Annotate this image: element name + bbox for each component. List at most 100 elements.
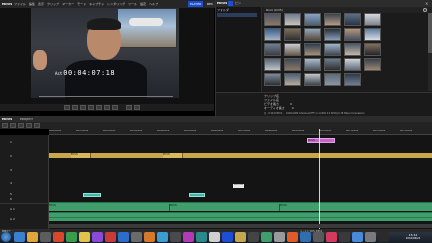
taskbar-app-icon[interactable] bbox=[274, 232, 285, 242]
bin-thumbnail[interactable] bbox=[304, 28, 321, 41]
taskbar-app-icon[interactable] bbox=[92, 232, 103, 242]
taskbar-app-icon[interactable] bbox=[378, 232, 389, 242]
bin-thumbnail[interactable] bbox=[284, 73, 301, 86]
overlay-clip[interactable] bbox=[83, 193, 101, 197]
timeline-tool-button[interactable] bbox=[2, 123, 8, 128]
timeline-scrollbar[interactable] bbox=[49, 224, 432, 228]
rec-badge[interactable]: REC bbox=[205, 1, 216, 7]
menu-item-view[interactable]: 表示 bbox=[38, 2, 44, 6]
bin-thumbnail[interactable] bbox=[304, 73, 321, 86]
rewind-button[interactable] bbox=[72, 105, 78, 110]
taskbar-app-icon[interactable] bbox=[66, 232, 77, 242]
folder-item-root[interactable] bbox=[217, 13, 257, 17]
bin-thumbnail[interactable] bbox=[304, 58, 321, 71]
taskbar-app-icon[interactable] bbox=[40, 232, 51, 242]
timeline-tool-button[interactable] bbox=[34, 123, 40, 128]
bin-scrollbar-thumb[interactable] bbox=[428, 13, 432, 53]
track-label[interactable]: A 1 bbox=[10, 207, 15, 211]
next-frame-button[interactable] bbox=[96, 105, 102, 110]
bin-scrollbar[interactable] bbox=[428, 13, 432, 91]
play-button[interactable] bbox=[88, 105, 94, 110]
menu-item-edit[interactable]: 編集 bbox=[29, 2, 35, 6]
fast-forward-button[interactable] bbox=[104, 105, 110, 110]
taskbar-app-icon[interactable] bbox=[300, 232, 311, 242]
bin-thumbnail[interactable] bbox=[364, 43, 381, 56]
taskbar-app-icon[interactable] bbox=[144, 232, 155, 242]
taskbar-app-icon[interactable] bbox=[248, 232, 259, 242]
taskbar-app-icon[interactable] bbox=[105, 232, 116, 242]
taskbar-app-icon[interactable] bbox=[339, 232, 350, 242]
bin-thumbnail[interactable] bbox=[284, 28, 301, 41]
player-scrubber[interactable] bbox=[39, 96, 173, 97]
menu-item-marker[interactable]: マーカー bbox=[62, 2, 74, 6]
track-label[interactable]: 2 bbox=[10, 154, 12, 158]
bin-thumbnail[interactable] bbox=[324, 13, 341, 26]
bin-thumbnail[interactable] bbox=[264, 28, 281, 41]
mark-out-button[interactable] bbox=[134, 105, 140, 110]
menu-item-help[interactable]: ヘルプ bbox=[149, 2, 158, 6]
bin-thumbnail[interactable] bbox=[324, 43, 341, 56]
bin-thumbnail[interactable] bbox=[264, 58, 281, 71]
bin-thumbnail[interactable] bbox=[344, 58, 361, 71]
bin-thumbnail[interactable] bbox=[364, 28, 381, 41]
bin-thumbnail[interactable] bbox=[344, 43, 361, 56]
track-label[interactable]: 6 bbox=[10, 197, 12, 201]
menu-item-render[interactable]: レンダリング bbox=[107, 2, 125, 6]
menu-item-mode[interactable]: モード bbox=[77, 2, 86, 6]
bin-thumbnail[interactable] bbox=[364, 58, 381, 71]
taskbar-app-icon[interactable] bbox=[157, 232, 168, 242]
menu-item-capture[interactable]: キャプチャ bbox=[89, 2, 104, 6]
audio-clip[interactable]: EDIUS bbox=[279, 204, 432, 211]
taskbar-app-icon[interactable] bbox=[27, 232, 38, 242]
bin-thumbnail[interactable] bbox=[264, 73, 281, 86]
bin-thumbnail[interactable] bbox=[344, 13, 361, 26]
bin-thumbnail[interactable] bbox=[304, 13, 321, 26]
bin-thumbnail[interactable] bbox=[324, 73, 341, 86]
taskbar-app-icon[interactable] bbox=[79, 232, 90, 242]
track-label[interactable]: 1 bbox=[10, 140, 12, 144]
mark-in-button[interactable] bbox=[126, 105, 132, 110]
taskbar-app-icon[interactable] bbox=[170, 232, 181, 242]
taskbar-app-icon[interactable] bbox=[222, 232, 233, 242]
close-icon[interactable]: × bbox=[425, 1, 430, 6]
track-label[interactable]: 3 bbox=[10, 168, 12, 172]
search-icon[interactable] bbox=[423, 8, 427, 12]
title-clip[interactable]: EDIUS bbox=[307, 138, 335, 143]
taskbar-app-icon[interactable] bbox=[183, 232, 194, 242]
taskbar-app-icon[interactable] bbox=[365, 232, 376, 242]
track-label[interactable]: 4 bbox=[10, 181, 12, 185]
playhead[interactable] bbox=[319, 129, 320, 229]
start-button[interactable] bbox=[1, 232, 11, 242]
bin-thumbnail[interactable] bbox=[284, 43, 301, 56]
bin-thumbnail[interactable] bbox=[324, 58, 341, 71]
taskbar-app-icon[interactable] bbox=[261, 232, 272, 242]
video-clip[interactable]: EDIUS bbox=[71, 153, 91, 158]
bin-thumbnail[interactable] bbox=[264, 13, 281, 26]
loop-button[interactable] bbox=[112, 105, 118, 110]
video-preview[interactable]: Ast 00:04:07:18 bbox=[31, 8, 179, 98]
taskbar-app-icon[interactable] bbox=[326, 232, 337, 242]
timeline-tool-button[interactable] bbox=[10, 123, 16, 128]
taskbar-app-icon[interactable] bbox=[287, 232, 298, 242]
player-badge[interactable]: PLAYER bbox=[188, 1, 204, 7]
taskbar-app-icon[interactable] bbox=[14, 232, 25, 242]
bin-thumbnail[interactable] bbox=[344, 28, 361, 41]
timeline-tool-button[interactable] bbox=[18, 123, 24, 128]
bin-thumbnail[interactable] bbox=[304, 43, 321, 56]
taskbar-app-icon[interactable] bbox=[352, 232, 363, 242]
audio-clip[interactable]: EDIUS bbox=[169, 204, 279, 211]
track-label[interactable]: A 2 bbox=[10, 217, 15, 221]
system-clock[interactable]: 15:12 2016/06/24 bbox=[396, 233, 430, 242]
menu-item-file[interactable]: ファイル bbox=[14, 2, 26, 6]
taskbar-app-icon[interactable] bbox=[313, 232, 324, 242]
audio-clip[interactable]: EDIUS bbox=[49, 204, 169, 211]
prev-frame-button[interactable] bbox=[80, 105, 86, 110]
menu-item-clip[interactable]: クリップ bbox=[47, 2, 59, 6]
bin-thumbnail[interactable] bbox=[324, 28, 341, 41]
taskbar-app-icon[interactable] bbox=[53, 232, 64, 242]
bin-thumbnail[interactable] bbox=[364, 13, 381, 26]
stop-button[interactable] bbox=[64, 105, 70, 110]
bin-thumbnail[interactable] bbox=[284, 58, 301, 71]
bin-thumbnail[interactable] bbox=[264, 43, 281, 56]
taskbar-app-icon[interactable] bbox=[209, 232, 220, 242]
